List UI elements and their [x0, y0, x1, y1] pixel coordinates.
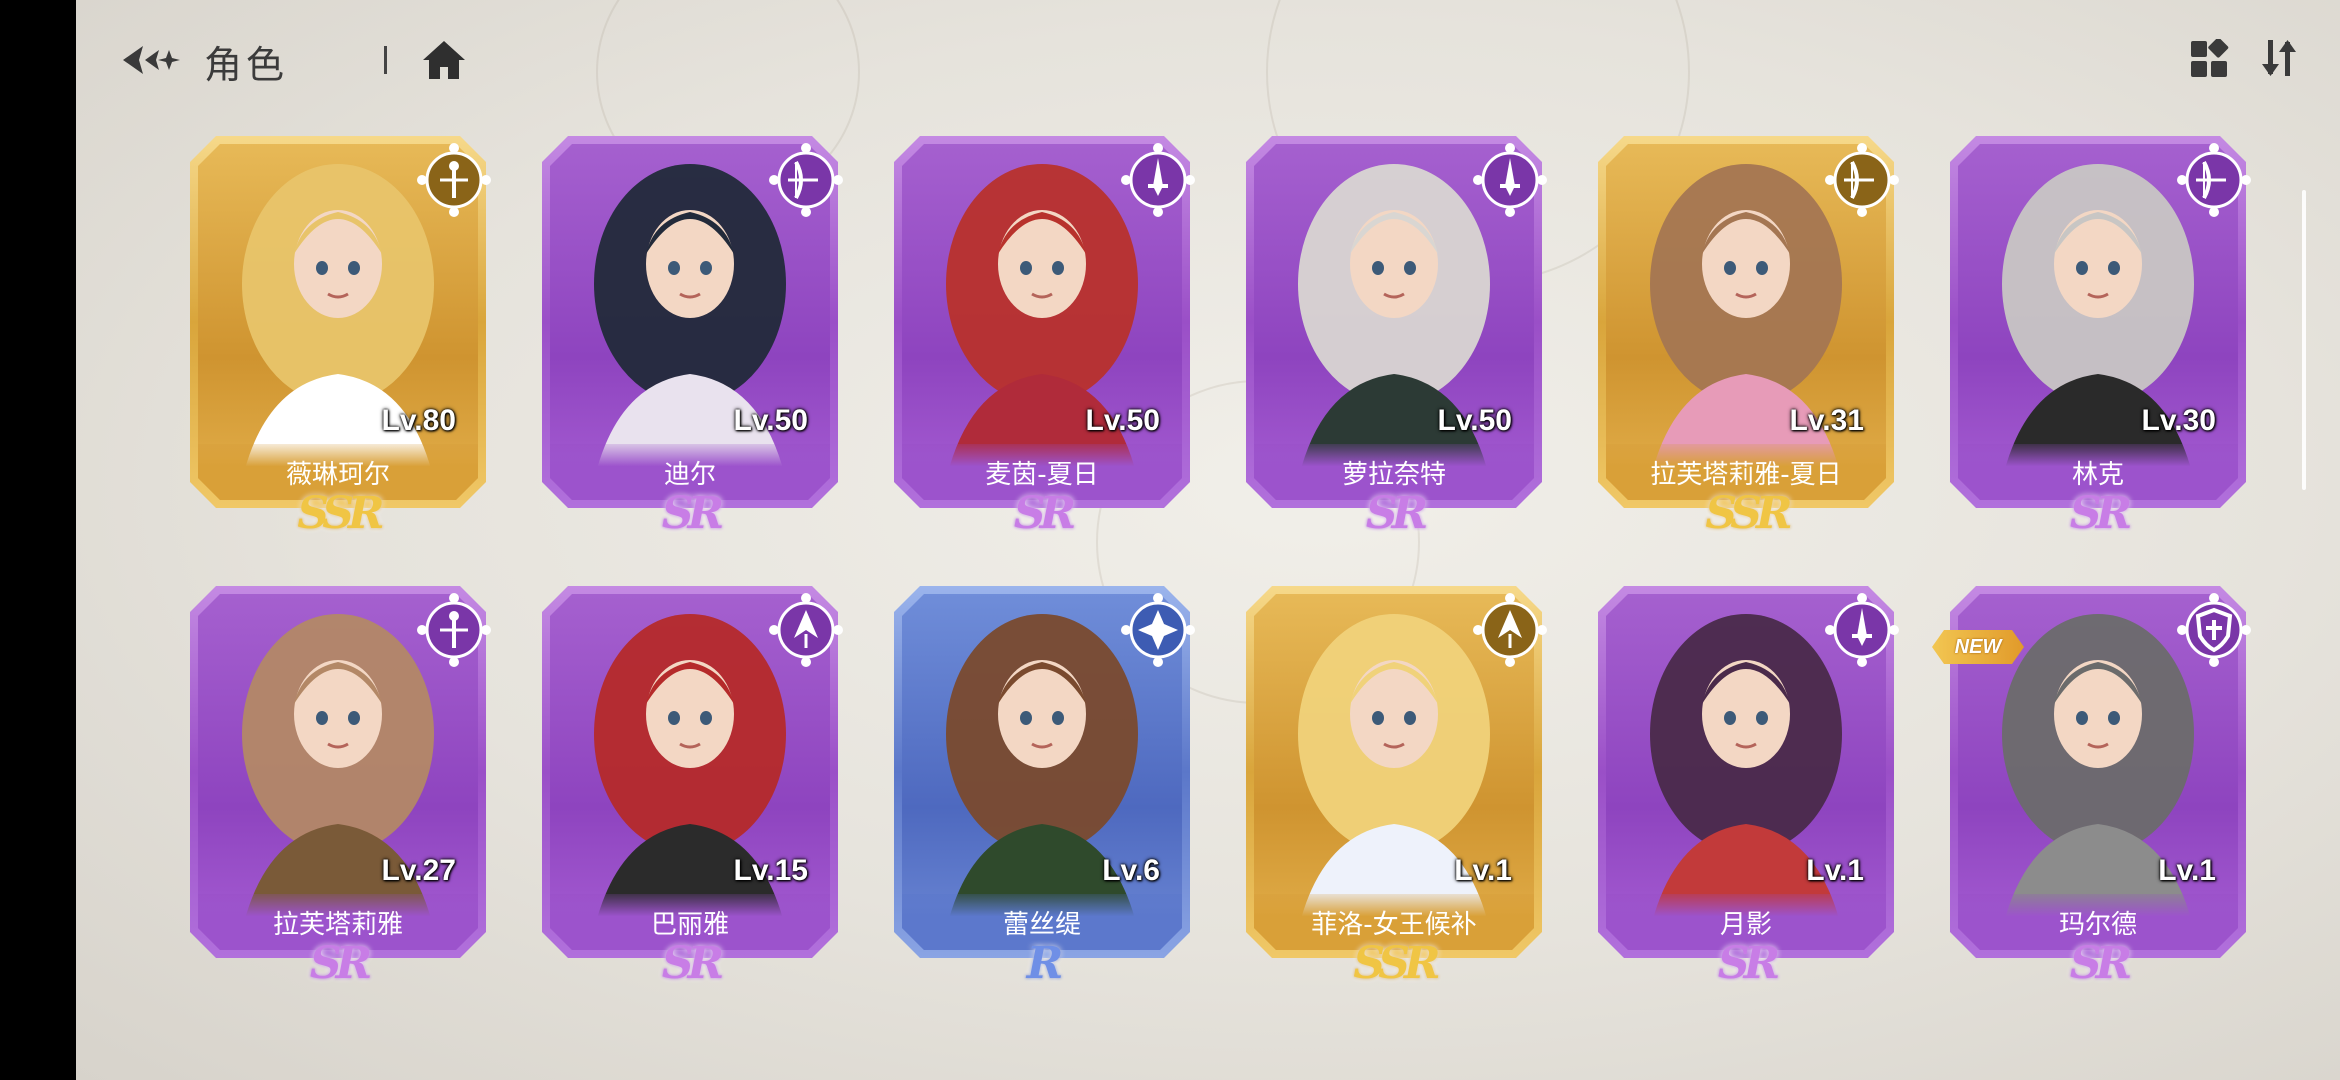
screen: 角色 薇琳珂尔 Lv.80 SSR 迪尔 Lv.50 SR 麦茵-夏日 Lv.5…	[0, 0, 2340, 1080]
new-tag: NEW	[1932, 630, 2024, 664]
character-level: Lv.50	[1085, 404, 1160, 437]
rarity-badge: SR	[2069, 488, 2132, 539]
shield-class-icon	[2174, 590, 2254, 670]
dagger-class-icon	[1822, 590, 1902, 670]
character-level: Lv.80	[381, 404, 456, 437]
character-card[interactable]: 玛尔德 Lv.1 SR NEW	[1932, 586, 2251, 1006]
rarity-badge: SR	[309, 938, 372, 989]
magic-class-icon	[1470, 590, 1550, 670]
character-grid: 薇琳珂尔 Lv.80 SSR 迪尔 Lv.50 SR 麦茵-夏日 Lv.50 SR 萝拉奈特 Lv.…	[76, 0, 2340, 1080]
character-card[interactable]: 蕾丝缇 Lv.6 R	[894, 586, 1195, 1006]
character-level: Lv.1	[2158, 854, 2216, 887]
rarity-badge: SR	[1717, 938, 1780, 989]
rarity-badge: SSR	[1705, 488, 1792, 539]
rarity-badge: SR	[661, 938, 724, 989]
character-card[interactable]: 菲洛-女王候补 Lv.1 SSR	[1246, 586, 1547, 1006]
rarity-badge: SSR	[1353, 938, 1440, 989]
dagger-class-icon	[1118, 140, 1198, 220]
bow-class-icon	[766, 140, 846, 220]
rarity-badge: SSR	[297, 488, 384, 539]
character-card[interactable]: 萝拉奈特 Lv.50 SR	[1246, 136, 1547, 556]
character-card[interactable]: 薇琳珂尔 Lv.80 SSR	[190, 136, 491, 556]
rarity-badge: SR	[1365, 488, 1428, 539]
staff-class-icon	[414, 140, 494, 220]
staff-class-icon	[414, 590, 494, 670]
character-level: Lv.6	[1102, 854, 1160, 887]
healer-class-icon	[1118, 590, 1198, 670]
character-card[interactable]: 麦茵-夏日 Lv.50 SR	[894, 136, 1195, 556]
rarity-badge: SR	[661, 488, 724, 539]
scrollbar[interactable]	[2302, 190, 2306, 490]
character-level: Lv.31	[1789, 404, 1864, 437]
rarity-badge: SR	[1013, 488, 1076, 539]
bow-class-icon	[1822, 140, 1902, 220]
rarity-badge: SR	[2069, 938, 2132, 989]
character-level: Lv.50	[1437, 404, 1512, 437]
character-list-screen: 角色 薇琳珂尔 Lv.80 SSR 迪尔 Lv.50 SR 麦茵-夏日 Lv.5…	[76, 0, 2340, 1080]
rarity-badge: R	[1026, 938, 1064, 989]
character-card[interactable]: 拉芙塔莉雅-夏日 Lv.31 SSR	[1598, 136, 1899, 556]
character-card[interactable]: 林克 Lv.30 SR	[1950, 136, 2251, 556]
character-level: Lv.1	[1806, 854, 1864, 887]
character-card[interactable]: 拉芙塔莉雅 Lv.27 SR	[190, 586, 491, 1006]
character-card[interactable]: 巴丽雅 Lv.15 SR	[542, 586, 843, 1006]
character-level: Lv.27	[381, 854, 456, 887]
character-level: Lv.15	[733, 854, 808, 887]
dagger-class-icon	[1470, 140, 1550, 220]
character-level: Lv.1	[1454, 854, 1512, 887]
character-level: Lv.50	[733, 404, 808, 437]
magic-class-icon	[766, 590, 846, 670]
character-card[interactable]: 迪尔 Lv.50 SR	[542, 136, 843, 556]
bow-class-icon	[2174, 140, 2254, 220]
character-level: Lv.30	[2141, 404, 2216, 437]
character-card[interactable]: 月影 Lv.1 SR	[1598, 586, 1899, 1006]
